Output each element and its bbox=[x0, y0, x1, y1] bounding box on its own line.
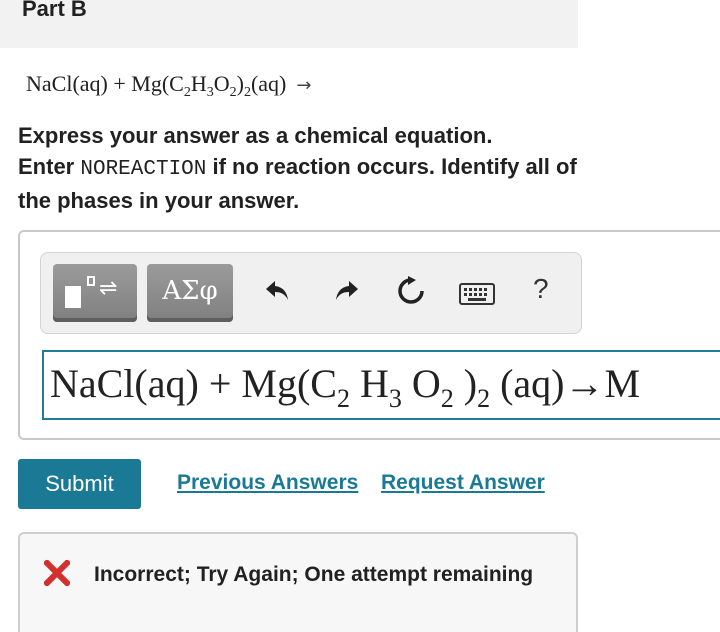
instructions: Express your answer as a chemical equati… bbox=[18, 123, 577, 213]
page: Part B NaCl(aq) + Mg(C2H3O2)2(aq) → Expre… bbox=[0, 0, 720, 632]
greek-letters-button[interactable]: ΑΣφ bbox=[147, 264, 233, 322]
plus-sign: + bbox=[113, 71, 126, 96]
answer-box: ⇌ ΑΣφ ? NaCl(aq) + Mg(C2 H3 O2 )2 (aq)→M bbox=[18, 230, 720, 440]
submit-button[interactable]: Submit bbox=[18, 459, 141, 509]
request-answer-link[interactable]: Request Answer bbox=[381, 467, 545, 499]
help-icon[interactable]: ? bbox=[533, 273, 549, 305]
previous-answers-link[interactable]: Previous Answers bbox=[177, 467, 358, 499]
answer-input-value: NaCl(aq) + Mg(C2 H3 O2 )2 (aq)→M bbox=[50, 361, 641, 413]
undo-icon[interactable] bbox=[263, 275, 293, 310]
equation-toolbar: ⇌ ΑΣφ ? bbox=[40, 252, 582, 334]
reaction-equation: NaCl(aq) + Mg(C2H3O2)2(aq) → bbox=[26, 66, 311, 104]
reactant-nacl: NaCl(aq) bbox=[26, 71, 108, 96]
feedback-box: Incorrect; Try Again; One attempt remain… bbox=[18, 532, 578, 632]
noreaction-keyword: NOREACTION bbox=[80, 158, 207, 181]
feedback-message: Incorrect; Try Again; One attempt remain… bbox=[94, 563, 534, 586]
reactant-mg-acetate: Mg(C2H3O2)2(aq) bbox=[131, 71, 287, 100]
redo-icon[interactable] bbox=[331, 275, 361, 310]
reset-icon[interactable] bbox=[395, 275, 427, 312]
answer-input[interactable]: NaCl(aq) + Mg(C2 H3 O2 )2 (aq)→M bbox=[42, 350, 720, 420]
instruction-line-1: Express your answer as a chemical equati… bbox=[18, 123, 493, 148]
part-header: Part B bbox=[0, 0, 578, 48]
reaction-arrow: → bbox=[296, 75, 312, 96]
part-title: Part B bbox=[22, 0, 87, 21]
templates-button[interactable]: ⇌ bbox=[53, 264, 137, 322]
keyboard-icon[interactable] bbox=[459, 283, 495, 310]
